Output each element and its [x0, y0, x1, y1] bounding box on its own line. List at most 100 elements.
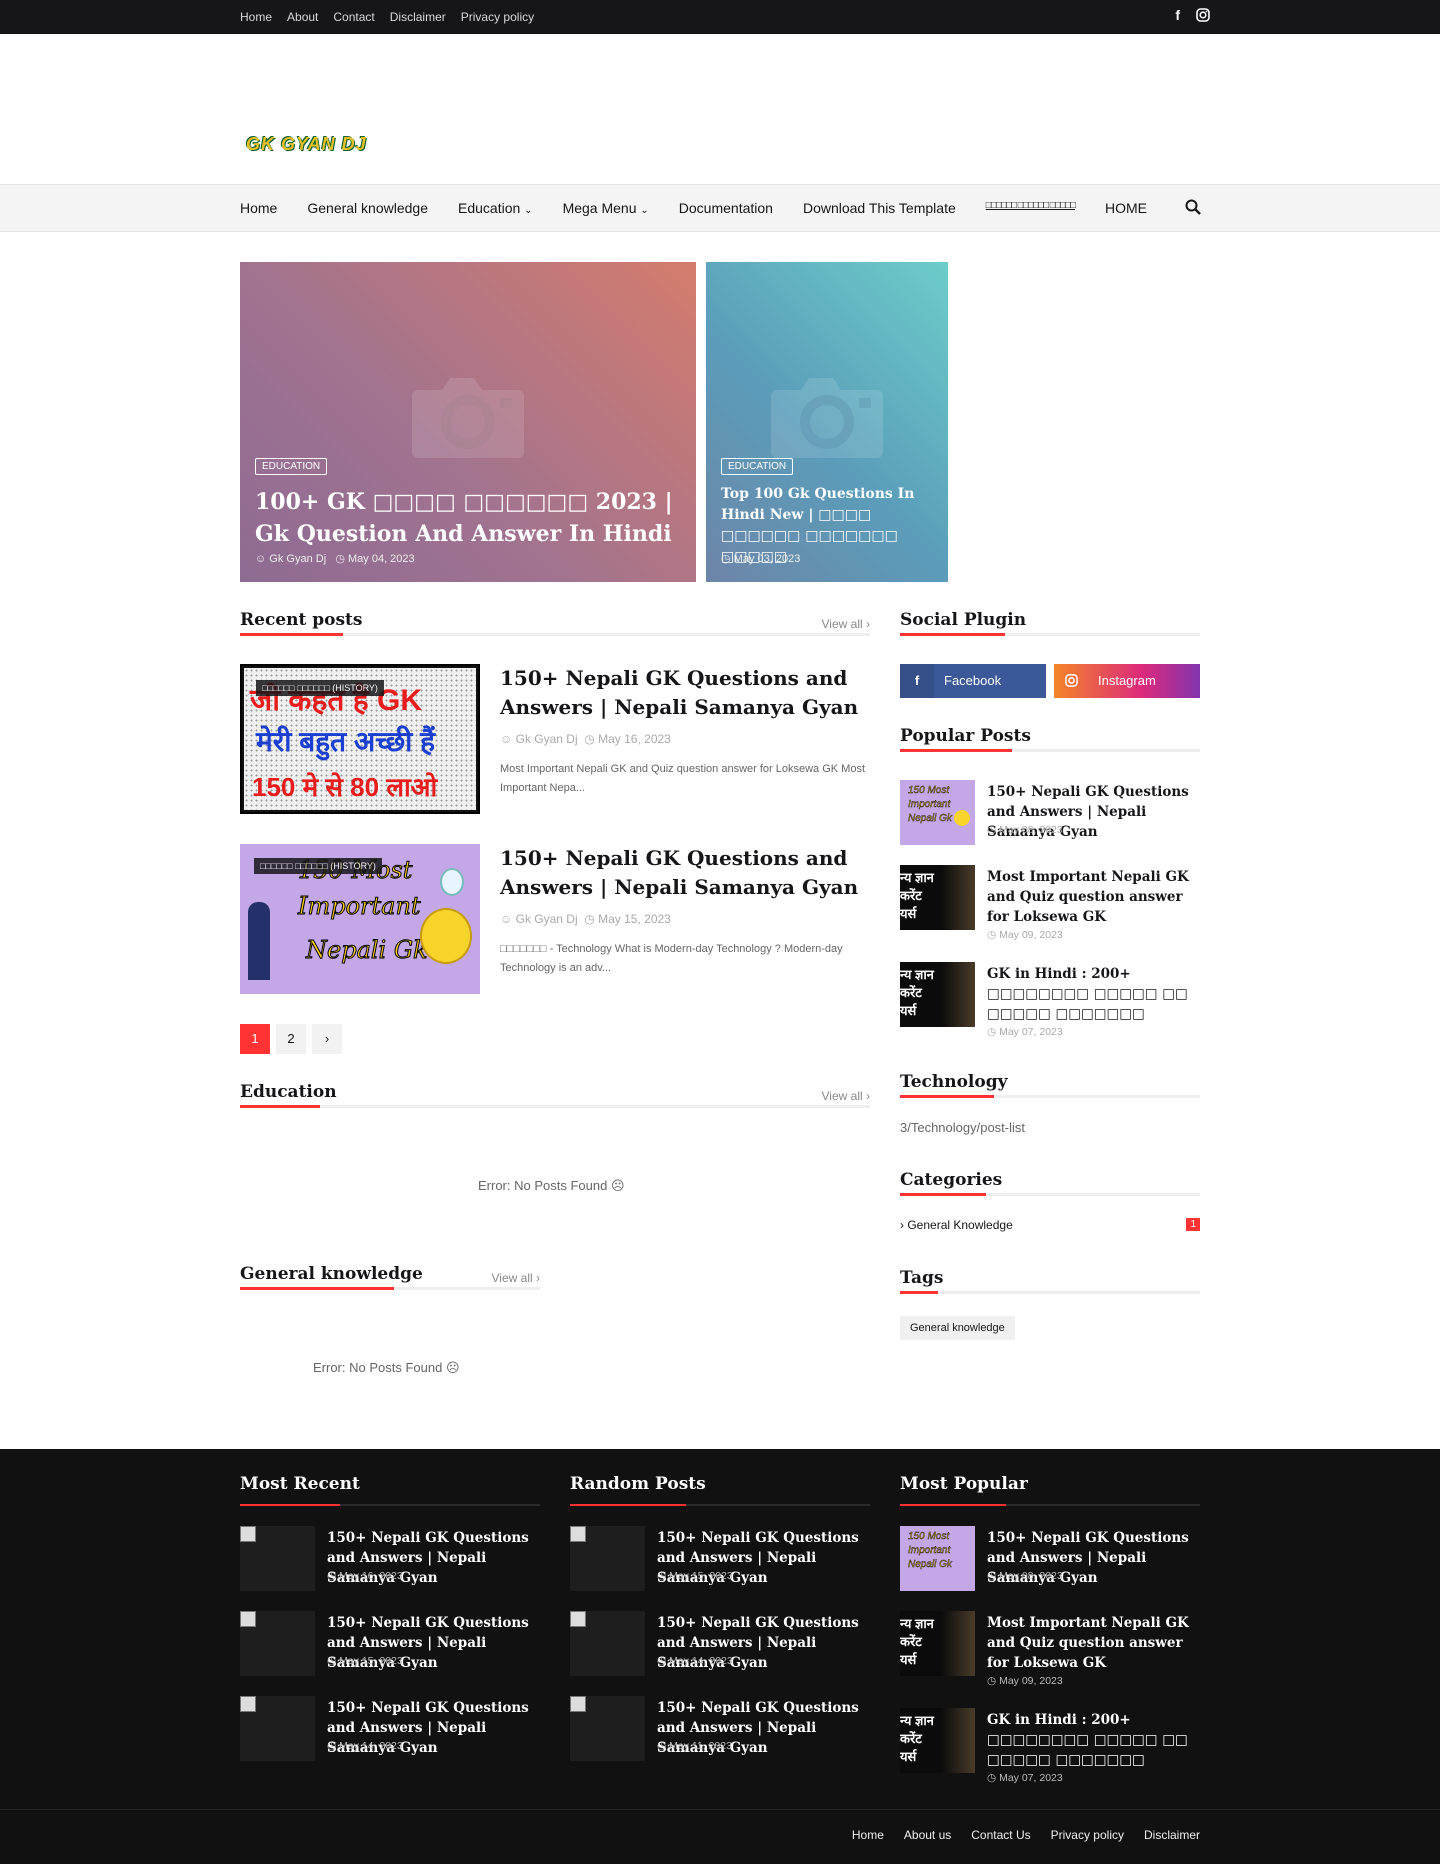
view-all-link[interactable]: View all › [822, 617, 870, 631]
section-title: Random Posts [570, 1474, 706, 1494]
category-badge[interactable]: EDUCATION [255, 458, 328, 475]
clock-icon: ◷ [335, 553, 345, 565]
nav-education-label: Education [458, 200, 521, 216]
featured-post-1[interactable]: EDUCATION 100+ GK □□□□ □□□□□□ 2023 | Gk … [240, 262, 696, 582]
post-thumbnail[interactable]: न्य ज्ञान करेंट यर्स [900, 962, 975, 1027]
category-label[interactable]: □□□□□□ □□□□□□ (HISTORY) [256, 680, 384, 696]
no-posts-message: Error: No Posts Found ☹ [313, 1360, 460, 1375]
post-thumbnail[interactable] [570, 1696, 645, 1761]
chevron-down-icon: ⌄ [524, 205, 533, 216]
nav-mega-menu[interactable]: Mega Menu ⌄ [563, 200, 649, 216]
featured-title[interactable]: 100+ GK □□□□ □□□□□□ 2023 | Gk Question A… [255, 486, 681, 550]
top-link-privacy[interactable]: Privacy policy [461, 10, 534, 24]
post-thumbnail[interactable]: न्य ज्ञान करेंट यर्स [900, 1611, 975, 1676]
site-logo[interactable]: GK GYAN DJ [246, 134, 367, 155]
post-thumbnail[interactable] [240, 1526, 315, 1591]
nav-general-knowledge[interactable]: General knowledge [307, 200, 428, 216]
post-thumbnail[interactable] [240, 1696, 315, 1761]
nav-documentation[interactable]: Documentation [679, 200, 773, 216]
footer-post-item: न्य ज्ञान करेंट यर्स Most Important Nepa… [900, 1611, 1200, 1691]
category-label[interactable]: □□□□□□ □□□□□□ (HISTORY) [254, 858, 382, 874]
popular-post-date: ◷ May 07, 2023 [987, 1026, 1063, 1038]
popular-post-item: न्य ज्ञान करेंट यर्स Most Important Nepa… [900, 865, 1200, 945]
instagram-icon[interactable] [1196, 8, 1210, 24]
footer-post-item: 150+ Nepali GK Questions and Answers | N… [240, 1696, 540, 1762]
clock-icon: ◷ [987, 929, 997, 941]
post-title[interactable]: 150+ Nepali GK Questions and Answers | N… [500, 844, 870, 902]
footer-most-popular-header: Most Popular [900, 1474, 1200, 1506]
broken-image-icon [570, 1526, 586, 1542]
search-icon[interactable] [1185, 199, 1201, 220]
clock-icon: ◷ [327, 1570, 337, 1582]
footer-post-title[interactable]: Most Important Nepali GK and Quiz questi… [987, 1613, 1200, 1673]
broken-image-icon [240, 1696, 256, 1712]
clock-icon: ◷ [657, 1570, 667, 1582]
footer-link-privacy[interactable]: Privacy policy [1051, 1828, 1124, 1842]
instagram-button[interactable]: Instagram [1054, 664, 1200, 698]
featured-date: May 03, 2023 [733, 553, 801, 565]
instagram-icon [1054, 664, 1088, 698]
thumbnail-text: न्य ज्ञान करेंट यर्स [900, 870, 934, 921]
date-text: May 08, 2023 [999, 1570, 1063, 1582]
nav-hindi-item[interactable]: □□□□□□ □□□□□□ □□□□□ [986, 200, 1076, 216]
nav-home[interactable]: Home [240, 200, 277, 216]
view-all-link[interactable]: View all › [822, 1089, 870, 1103]
section-title: Popular Posts [900, 726, 1031, 746]
post-thumbnail[interactable]: 150 Most Important Nepali Gk [900, 1526, 975, 1591]
footer-link-about[interactable]: About us [904, 1828, 951, 1842]
post-thumbnail[interactable]: 150 Most Important Nepali Gk [900, 780, 975, 845]
post-thumbnail[interactable]: जो कहत है GK मेरी बहुत अच्छी हैं 150 मे … [240, 664, 480, 814]
post-thumbnail[interactable]: न्य ज्ञान करेंट यर्स [900, 1708, 975, 1773]
thumbnail-text: मेरी बहुत अच्छी हैं [256, 726, 436, 757]
date-text: May 08, 2023 [999, 824, 1063, 836]
featured-author: Gk Gyan Dj [269, 553, 327, 565]
page-2-button[interactable]: 2 [276, 1024, 306, 1054]
date-text: May 14, 2023 [339, 1740, 403, 1752]
facebook-button[interactable]: f Facebook [900, 664, 1046, 698]
category-item[interactable]: › General Knowledge 1 [900, 1218, 1200, 1236]
tag-chip[interactable]: General knowledge [900, 1316, 1015, 1340]
featured-post-2[interactable]: EDUCATION Top 100 Gk Questions In Hindi … [706, 262, 948, 582]
post-thumbnail[interactable]: 150 Most Important Nepali Gk □□□□□□ □□□□… [240, 844, 480, 994]
facebook-icon[interactable]: f [1175, 8, 1180, 24]
footer-link-home[interactable]: Home [852, 1828, 884, 1842]
section-title: Education [240, 1082, 337, 1102]
clock-icon: ◷ [327, 1655, 337, 1667]
post-title[interactable]: 150+ Nepali GK Questions and Answers | N… [500, 664, 870, 722]
bulb-illustration [440, 868, 464, 896]
popular-post-title[interactable]: Most Important Nepali GK and Quiz questi… [987, 867, 1200, 927]
nav-home-caps[interactable]: HOME [1105, 200, 1147, 216]
view-all-link[interactable]: View all › [492, 1271, 540, 1285]
post-date: May 15, 2023 [598, 912, 671, 926]
post-thumbnail[interactable] [240, 1611, 315, 1676]
top-link-disclaimer[interactable]: Disclaimer [390, 10, 446, 24]
category-badge[interactable]: EDUCATION [721, 458, 794, 475]
footer-post-item: 150+ Nepali GK Questions and Answers | N… [240, 1611, 540, 1677]
smiley-illustration [954, 810, 970, 826]
nav-download-template[interactable]: Download This Template [803, 200, 956, 216]
thumbnail-text: न्य ज्ञान करेंट यर्स [900, 1713, 934, 1764]
date-text: May 15, 2023 [669, 1570, 733, 1582]
popular-post-item: 150 Most Important Nepali Gk 150+ Nepali… [900, 780, 1200, 846]
popular-post-title[interactable]: GK in Hindi : 200+ □□□□□□□□ □□□□□ □□ □□□… [987, 964, 1200, 1024]
footer-link-contact[interactable]: Contact Us [971, 1828, 1030, 1842]
footer-post-date: ◷ May 11, 2023 [657, 1740, 732, 1752]
next-page-button[interactable]: › [312, 1024, 342, 1054]
page-1-button[interactable]: 1 [240, 1024, 270, 1054]
user-icon: ☺ [500, 732, 513, 746]
top-link-about[interactable]: About [287, 10, 318, 24]
top-link-contact[interactable]: Contact [333, 10, 374, 24]
featured-meta: ☺ Gk Gyan Dj ◷ May 04, 2023 [255, 552, 415, 565]
footer-post-title[interactable]: GK in Hindi : 200+ □□□□□□□□ □□□□□ □□ □□□… [987, 1710, 1200, 1770]
smiley-illustration [420, 908, 472, 964]
post-thumbnail[interactable] [570, 1611, 645, 1676]
footer-post-date: ◷ May 07, 2023 [987, 1772, 1063, 1784]
thumbnail-text: न्य ज्ञान करेंट यर्स [900, 967, 934, 1018]
nav-education[interactable]: Education ⌄ [458, 200, 533, 216]
post-item: 150 Most Important Nepali Gk □□□□□□ □□□□… [240, 844, 870, 994]
post-thumbnail[interactable] [570, 1526, 645, 1591]
camera-placeholder-icon [771, 378, 883, 458]
footer-link-disclaimer[interactable]: Disclaimer [1144, 1828, 1200, 1842]
post-thumbnail[interactable]: न्य ज्ञान करेंट यर्स [900, 865, 975, 930]
top-link-home[interactable]: Home [240, 10, 272, 24]
